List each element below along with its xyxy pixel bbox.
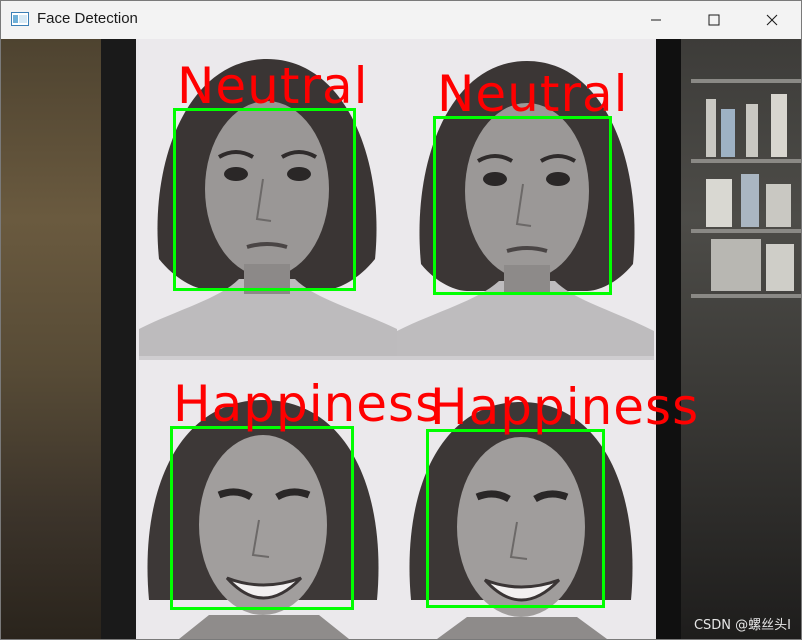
emotion-label: Happiness	[173, 375, 443, 433]
book	[706, 99, 716, 157]
device-bezel-right	[656, 39, 681, 639]
shelf	[691, 229, 801, 233]
shelf	[691, 294, 801, 298]
minimize-button[interactable]	[627, 1, 685, 39]
minimize-icon	[651, 19, 661, 21]
title-bar[interactable]: Face Detection	[1, 1, 801, 39]
background-left	[1, 39, 111, 639]
book	[766, 244, 794, 291]
book	[706, 179, 732, 227]
shelf	[691, 159, 801, 163]
app-icon	[11, 12, 29, 26]
emotion-label: Neutral	[177, 57, 369, 115]
face-detection-box	[433, 116, 612, 295]
book	[766, 184, 791, 227]
device-bezel-left	[101, 39, 136, 639]
camera-frame: Neutral Neutral Happiness Happiness CSDN…	[1, 39, 801, 639]
watermark: CSDN @螺丝头I	[693, 618, 791, 633]
face-detection-box	[426, 429, 605, 608]
book	[746, 104, 758, 157]
close-icon	[766, 14, 778, 26]
book	[741, 174, 759, 227]
app-window: Face Detection Neutral Neutral Happiness…	[0, 0, 802, 640]
maximize-icon	[708, 14, 720, 26]
maximize-button[interactable]	[685, 1, 743, 39]
face-detection-box	[170, 426, 354, 610]
emotion-label: Happiness	[430, 378, 700, 436]
emotion-label: Neutral	[437, 65, 629, 123]
close-button[interactable]	[743, 1, 801, 39]
book	[711, 239, 761, 291]
window-title: Face Detection	[37, 10, 138, 27]
face-detection-box	[173, 108, 356, 291]
shelf	[691, 79, 801, 83]
book	[721, 109, 735, 157]
book	[771, 94, 787, 157]
